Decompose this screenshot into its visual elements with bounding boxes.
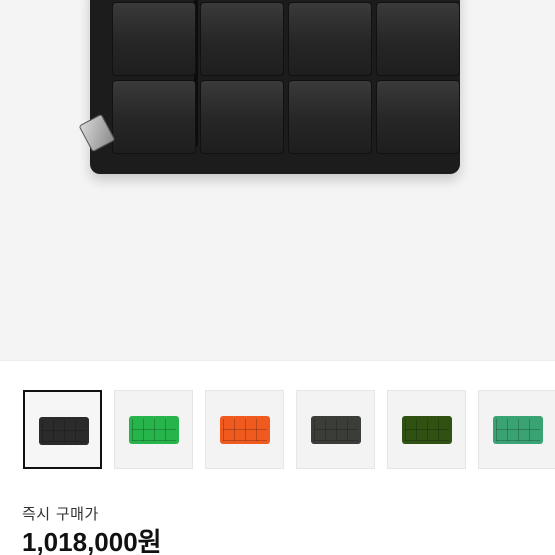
mini-wallet-image (311, 416, 361, 444)
weave-cell (376, 80, 460, 154)
mini-wallet-image (129, 416, 179, 444)
weave-cell (200, 2, 284, 76)
product-hero-image (0, 0, 555, 360)
mini-weave (405, 419, 449, 441)
mini-wallet-image (39, 417, 89, 445)
mini-wallet-image (220, 416, 270, 444)
weave-cell (200, 80, 284, 154)
thumbnail-green[interactable] (114, 390, 193, 469)
weave-cell (112, 2, 196, 76)
wallet-photo (90, 0, 460, 174)
mini-weave (314, 419, 358, 441)
thumbnail-jade[interactable] (478, 390, 555, 469)
price-label: 즉시 구매가 (22, 505, 99, 523)
mini-weave (496, 419, 540, 441)
weave-cell (288, 80, 372, 154)
thumbnail-dark-green[interactable] (387, 390, 466, 469)
thumbnail-orange[interactable] (205, 390, 284, 469)
mini-wallet-image (493, 416, 543, 444)
thumbnail-black[interactable] (23, 390, 102, 469)
thumbnail-dark-gray[interactable] (296, 390, 375, 469)
mini-weave (223, 419, 267, 441)
price-value: 1,018,000원 (22, 527, 162, 555)
weave-cell (288, 2, 372, 76)
weave-cell (376, 2, 460, 76)
mini-weave (42, 420, 86, 442)
mini-wallet-image (402, 416, 452, 444)
mini-weave (132, 419, 176, 441)
weave-cell (112, 80, 196, 154)
thumbnail-strip (0, 360, 555, 484)
